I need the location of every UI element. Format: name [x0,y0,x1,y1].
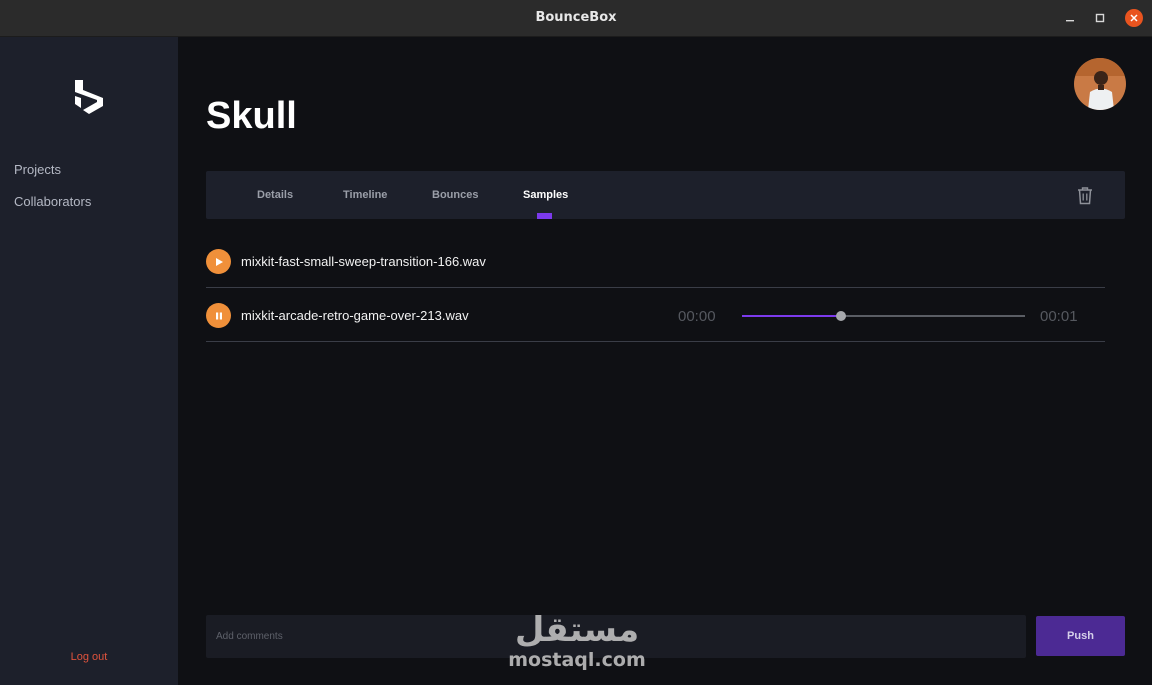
close-icon [1130,14,1138,22]
logout-link[interactable]: Log out [0,651,178,663]
minimize-button[interactable] [1061,9,1079,27]
tab-samples[interactable]: Samples [523,189,568,201]
page-title: Skull [206,95,297,137]
tab-timeline[interactable]: Timeline [343,189,387,201]
audio-progress-fill [742,315,842,317]
audio-progress-slider[interactable] [742,311,1025,321]
pause-button[interactable] [206,303,231,328]
push-button[interactable]: Push [1036,616,1125,656]
tab-bar: Details Timeline Bounces Samples [206,171,1125,219]
sample-row: mixkit-fast-small-sweep-transition-166.w… [206,234,1105,288]
trash-icon[interactable] [1076,186,1094,205]
audio-progress-thumb[interactable] [836,311,847,321]
active-tab-indicator [537,213,552,219]
minimize-icon [1066,20,1074,22]
bouncebox-logo-icon [75,80,103,114]
window-title: BounceBox [535,10,617,25]
pause-icon [215,312,222,319]
window-titlebar: BounceBox [0,0,1152,37]
sample-filename: mixkit-fast-small-sweep-transition-166.w… [241,254,486,269]
comment-input[interactable] [206,615,1026,658]
duration-time: 00:01 [1040,308,1078,325]
play-icon [215,257,223,266]
avatar[interactable] [1074,58,1126,110]
maximize-button[interactable] [1091,9,1109,27]
sample-row: mixkit-arcade-retro-game-over-213.wav 00… [206,288,1105,342]
close-button[interactable] [1125,9,1143,27]
tab-details[interactable]: Details [257,189,293,201]
sidebar-item-collaborators[interactable]: Collaborators [14,194,91,209]
tab-bounces[interactable]: Bounces [432,189,478,201]
current-time: 00:00 [678,308,716,325]
maximize-icon [1095,13,1105,23]
sidebar: Projects Collaborators Log out [0,37,178,685]
play-button[interactable] [206,249,231,274]
main-content: Skull Details Timeline Bounces Samples m… [178,37,1152,685]
sidebar-item-projects[interactable]: Projects [14,162,61,177]
sample-filename: mixkit-arcade-retro-game-over-213.wav [241,308,469,323]
user-avatar-icon [1074,58,1126,110]
